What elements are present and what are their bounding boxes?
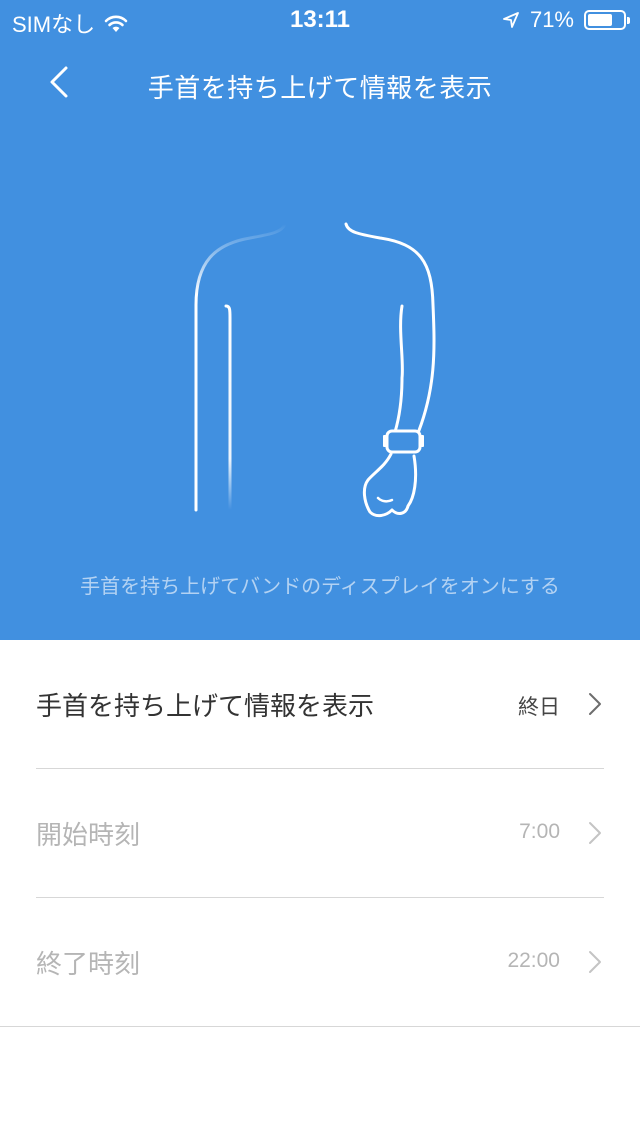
location-arrow-icon [503,12,519,28]
battery-fill [588,14,613,26]
wrist-raise-illustration [194,222,436,518]
battery-icon [584,10,630,30]
setting-value: 終日 [518,696,560,719]
status-right: 71% [502,7,630,33]
setting-value: 7:00 [519,820,560,843]
chevron-right-icon [589,951,601,973]
setting-label: 手首を持ち上げて情報を表示 [36,692,375,722]
setting-label: 開始時刻 [36,821,141,851]
setting-row-start-time[interactable]: 開始時刻 7:00 [36,769,604,898]
page-title: 手首を持ち上げて情報を表示 [147,74,493,104]
settings-list: 手首を持ち上げて情報を表示 終日 開始時刻 7:00 終了時刻 22:00 [0,640,640,1027]
chevron-right-icon [589,822,601,844]
battery-percent: 71% [529,7,574,32]
setting-row-end-time[interactable]: 終了時刻 22:00 [0,898,640,1027]
setting-value: 22:00 [507,949,560,972]
setting-label: 終了時刻 [36,950,141,980]
hero-caption: 手首を持ち上げてバンドのディスプレイをオンにする [80,574,560,598]
nav-bar: 手首を持ち上げて情報を表示 [0,52,640,116]
status-bar: SIMなし 13:11 71% [0,0,640,40]
setting-row-raise-to-wake[interactable]: 手首を持ち上げて情報を表示 終日 [36,640,604,769]
hero-banner: SIMなし 13:11 71% 手首を持ち上げて情報を表示 手首を持ち上げてバン… [0,0,640,640]
chevron-right-icon [589,693,601,715]
